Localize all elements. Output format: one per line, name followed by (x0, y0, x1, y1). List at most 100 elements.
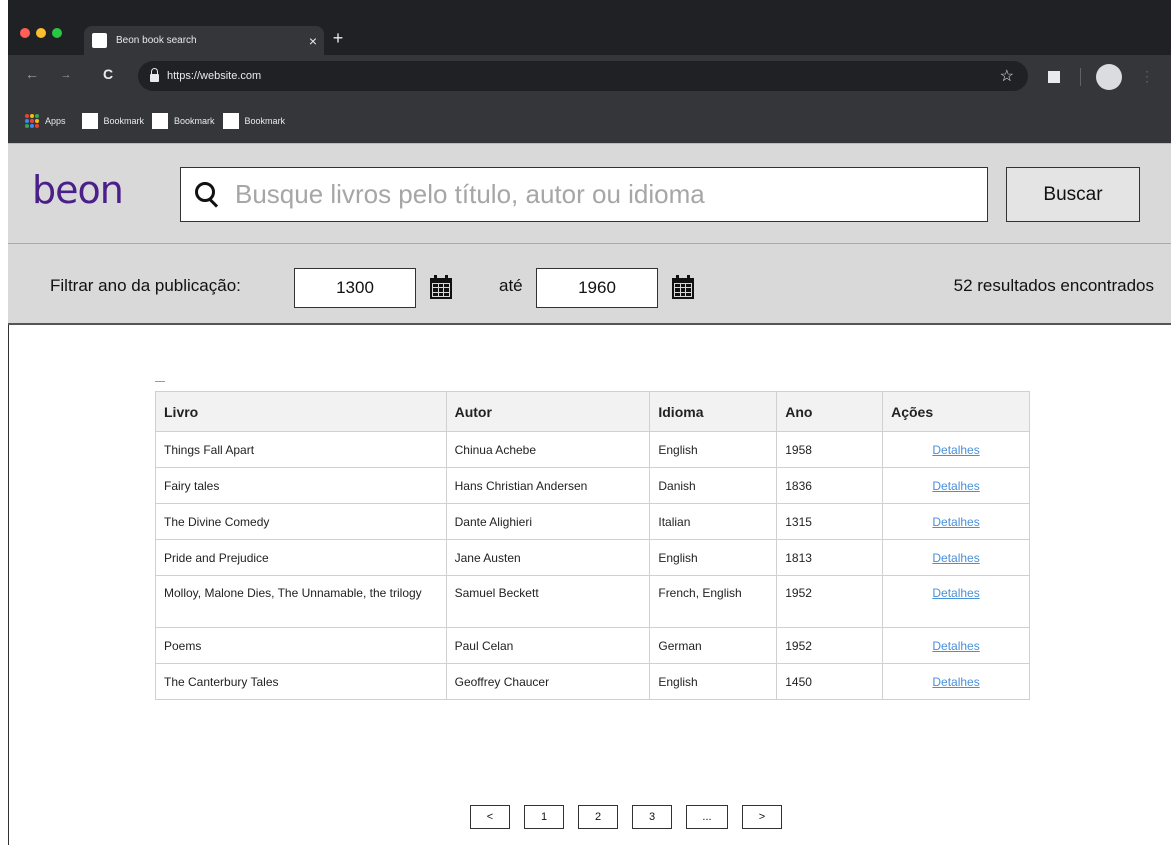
cell-idioma: English (649, 539, 778, 576)
cell-autor: Dante Alighieri (445, 503, 651, 540)
browser-menu-icon[interactable]: ⋮ (1140, 68, 1154, 85)
cell-autor: Geoffrey Chaucer (445, 663, 651, 700)
url-text: https://website.com (167, 70, 262, 82)
table-row: Things Fall Apart Chinua Achebe English … (155, 431, 1030, 468)
maximize-window-button[interactable] (52, 28, 62, 38)
bookmark-item[interactable]: Bookmark (222, 113, 285, 129)
search-button[interactable]: Buscar (1006, 167, 1140, 222)
tab-strip: Beon book search × + (8, 0, 1171, 55)
prev-page-button[interactable]: < (470, 805, 510, 829)
cell-acoes: Detalhes (882, 575, 1030, 628)
details-link[interactable]: Detalhes (932, 479, 979, 493)
cell-autor: Paul Celan (445, 627, 651, 664)
browser-chrome: Beon book search × + ← → C https://websi… (8, 0, 1171, 143)
page-3-button[interactable]: 3 (632, 805, 672, 829)
bookmark-item[interactable]: Bookmark (152, 113, 215, 129)
table-row: Poems Paul Celan German 1952 Detalhes (155, 627, 1030, 664)
cell-idioma: English (649, 663, 778, 700)
back-button[interactable]: ← (22, 66, 42, 82)
window-controls (20, 28, 62, 38)
cell-idioma: Italian (649, 503, 778, 540)
column-header-acoes: Ações (882, 391, 1030, 432)
details-link[interactable]: Detalhes (932, 639, 979, 653)
from-year-input[interactable] (294, 268, 416, 308)
forward-button[interactable]: → (56, 69, 76, 81)
tab-favicon-icon (92, 33, 107, 48)
calendar-icon[interactable] (430, 275, 452, 299)
cell-autor: Samuel Beckett (445, 575, 651, 628)
reload-button[interactable]: C (98, 66, 118, 82)
column-header-ano: Ano (776, 391, 884, 432)
table-row: The Divine Comedy Dante Alighieri Italia… (155, 503, 1030, 540)
filter-year-label: Filtrar ano da publicação: (50, 276, 241, 295)
cell-ano: 1952 (776, 627, 884, 664)
cell-livro: Fairy tales (155, 467, 447, 504)
table-row: The Canterbury Tales Geoffrey Chaucer En… (155, 663, 1030, 700)
cell-livro: The Divine Comedy (155, 503, 447, 540)
details-link[interactable]: Detalhes (932, 675, 979, 689)
to-year-input[interactable] (536, 268, 658, 308)
table-header-row: Livro Autor Idioma Ano Ações (155, 391, 1030, 432)
table-row: Pride and Prejudice Jane Austen English … (155, 539, 1030, 576)
tab-title: Beon book search (116, 35, 197, 46)
cell-ano: 1958 (776, 431, 884, 468)
app-header: beon Buscar (8, 143, 1171, 243)
bookmarks-bar: Apps Bookmark Bookmark Bookmark (8, 99, 1171, 143)
divider (155, 381, 165, 382)
cell-acoes: Detalhes (882, 663, 1030, 700)
cell-livro: Pride and Prejudice (155, 539, 447, 576)
calendar-icon[interactable] (672, 275, 694, 299)
beon-logo[interactable]: beon (32, 168, 124, 212)
address-bar[interactable]: https://website.com ☆ (138, 61, 1028, 91)
bookmark-favicon-icon (152, 113, 169, 129)
cell-autor: Jane Austen (445, 539, 651, 576)
result-count: 52 resultados encontrados (953, 276, 1154, 295)
close-window-button[interactable] (20, 28, 30, 38)
cell-ano: 1813 (776, 539, 884, 576)
cell-ano: 1450 (776, 663, 884, 700)
cell-idioma: German (649, 627, 778, 664)
cell-acoes: Detalhes (882, 539, 1030, 576)
extension-icon[interactable] (1048, 71, 1060, 83)
page-border (8, 325, 9, 845)
tab-close-icon[interactable]: × (302, 33, 324, 49)
apps-grid-icon[interactable] (25, 114, 39, 128)
cell-ano: 1836 (776, 467, 884, 504)
cell-livro: The Canterbury Tales (155, 663, 447, 700)
details-link[interactable]: Detalhes (932, 443, 979, 457)
page-2-button[interactable]: 2 (578, 805, 618, 829)
cell-idioma: French, English (649, 575, 778, 628)
details-link[interactable]: Detalhes (932, 515, 979, 529)
bookmark-favicon-icon (222, 113, 239, 129)
more-pages-button[interactable]: ... (686, 805, 728, 829)
minimize-window-button[interactable] (36, 28, 46, 38)
cell-livro: Poems (155, 627, 447, 664)
new-tab-button[interactable]: + (328, 28, 348, 48)
browser-tab[interactable]: Beon book search × (84, 26, 324, 55)
column-header-livro: Livro (155, 391, 447, 432)
cell-ano: 1315 (776, 503, 884, 540)
apps-label[interactable]: Apps (45, 116, 66, 126)
details-link[interactable]: Detalhes (932, 586, 979, 600)
profile-avatar[interactable] (1096, 64, 1122, 90)
search-box[interactable] (180, 167, 988, 222)
cell-idioma: Danish (649, 467, 778, 504)
bookmark-item[interactable]: Bookmark (81, 113, 144, 129)
details-link[interactable]: Detalhes (932, 551, 979, 565)
cell-idioma: English (649, 431, 778, 468)
cell-livro: Things Fall Apart (155, 431, 447, 468)
table-row: Fairy tales Hans Christian Andersen Dani… (155, 467, 1030, 504)
to-label: até (499, 276, 523, 295)
column-header-idioma: Idioma (649, 391, 778, 432)
page-1-button[interactable]: 1 (524, 805, 564, 829)
search-input[interactable] (235, 179, 935, 210)
bookmark-favicon-icon (81, 113, 98, 129)
table-row: Molloy, Malone Dies, The Unnamable, the … (155, 575, 1030, 628)
cell-acoes: Detalhes (882, 503, 1030, 540)
bookmark-star-icon[interactable]: ☆ (1000, 66, 1014, 86)
filter-bar: Filtrar ano da publicação: até 52 result… (8, 243, 1171, 325)
search-icon (195, 181, 219, 208)
cell-autor: Hans Christian Andersen (445, 467, 651, 504)
cell-acoes: Detalhes (882, 627, 1030, 664)
next-page-button[interactable]: > (742, 805, 782, 829)
